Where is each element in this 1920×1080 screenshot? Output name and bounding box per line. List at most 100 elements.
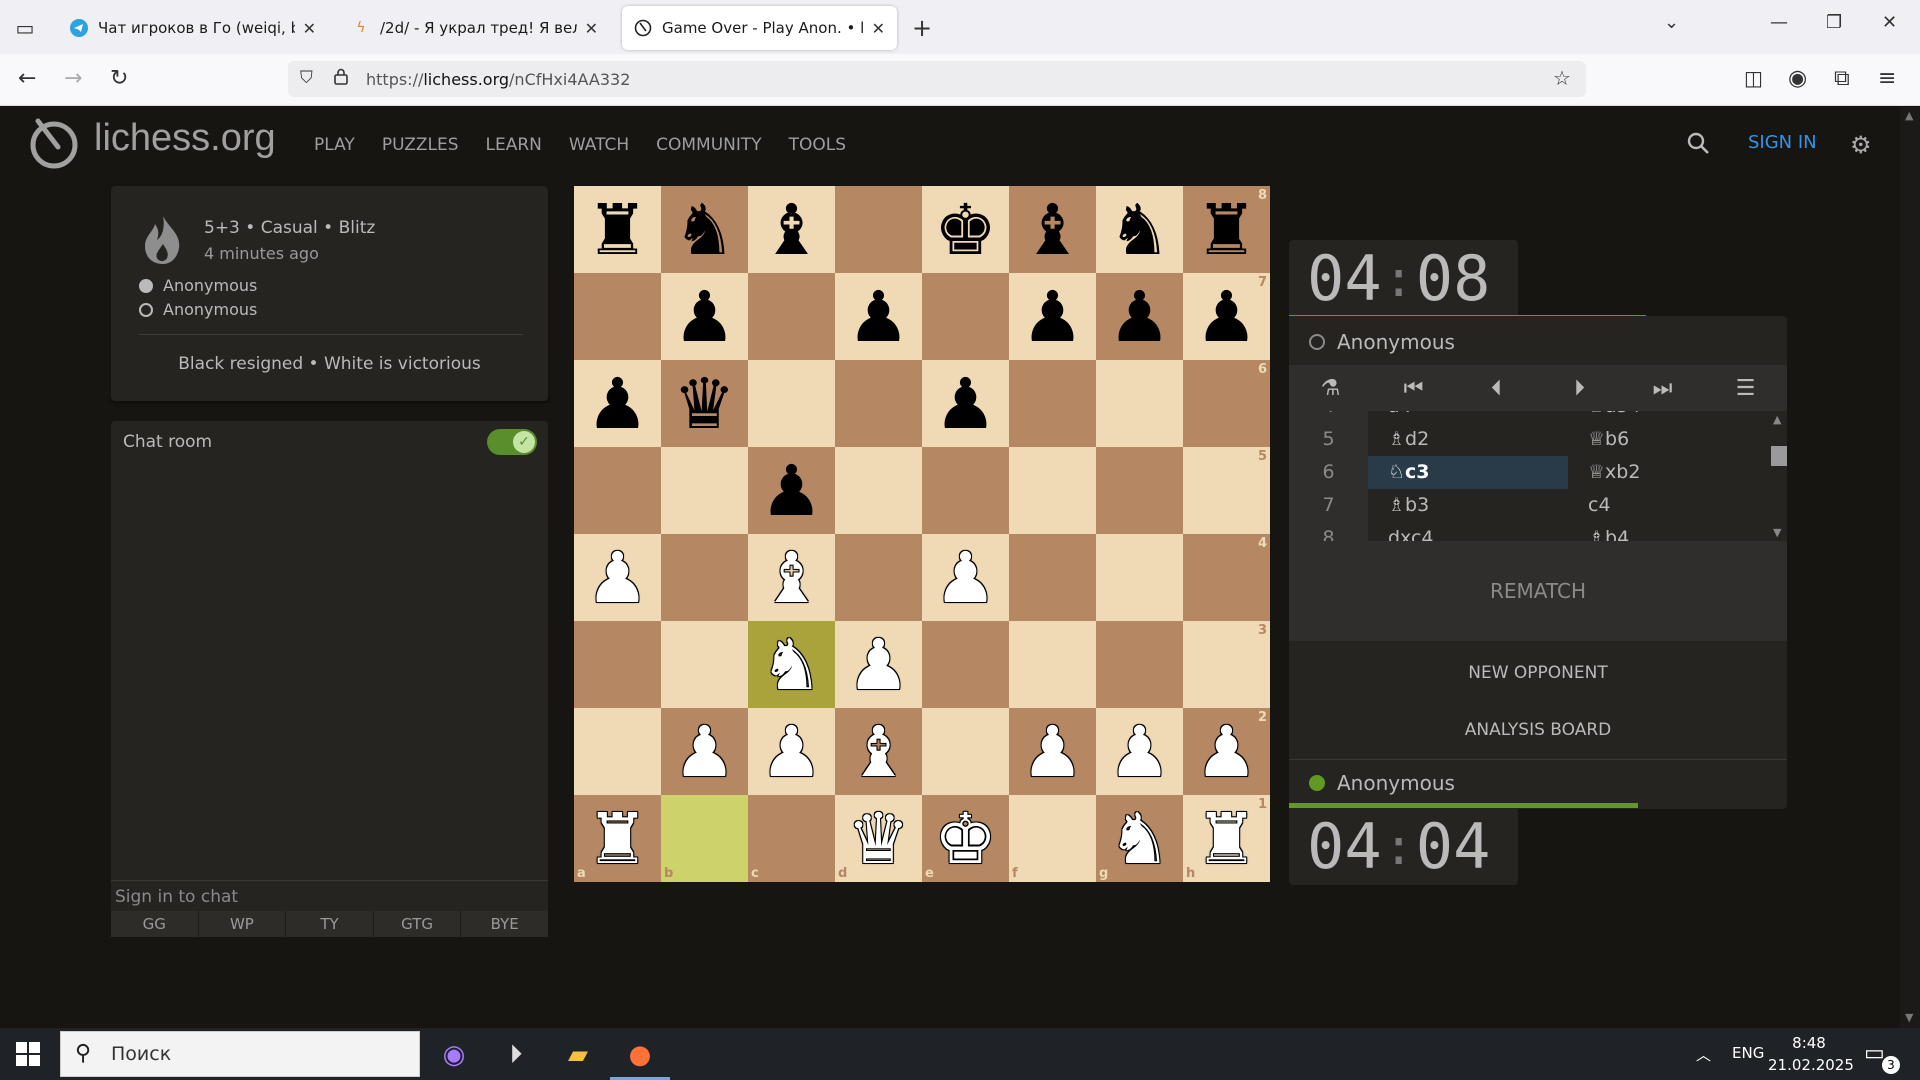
tray-time[interactable]: 8:48 xyxy=(1774,1034,1844,1052)
scroll-up-icon[interactable]: ▲ xyxy=(1773,413,1781,426)
move-white[interactable]: dxc4 xyxy=(1368,522,1568,541)
close-tab-icon[interactable]: ✕ xyxy=(872,19,885,38)
square-e4[interactable]: ♟ xyxy=(922,534,1009,621)
page-scroll-down-icon[interactable]: ▼ xyxy=(1905,1011,1913,1024)
hamburger-menu-icon[interactable]: ☰ xyxy=(1704,365,1787,411)
search-icon[interactable] xyxy=(1686,131,1710,159)
square-g8[interactable]: ♞ xyxy=(1096,186,1183,273)
square-d4[interactable] xyxy=(835,534,922,621)
white-rook-icon[interactable]: ♜ xyxy=(586,804,649,874)
black-rook-icon[interactable]: ♜ xyxy=(586,195,649,265)
nav-watch[interactable]: WATCH xyxy=(569,135,629,155)
square-c8[interactable]: ♝ xyxy=(748,186,835,273)
square-f8[interactable]: ♝ xyxy=(1009,186,1096,273)
move-white[interactable]: ♘c3 xyxy=(1368,456,1568,489)
move-list[interactable]: 4a4♕a5+5♗d2♕b66♘c3♕xb27♗b3c48dxc4♗b4 xyxy=(1289,411,1787,541)
preset-gtg[interactable]: GTG xyxy=(374,911,462,937)
square-g4[interactable] xyxy=(1096,534,1183,621)
square-f1[interactable]: f xyxy=(1009,795,1096,882)
taskbar-search[interactable]: ⚲ Поиск xyxy=(60,1031,420,1077)
square-a7[interactable] xyxy=(574,273,661,360)
square-h6[interactable]: 6 xyxy=(1183,360,1270,447)
next-move-icon[interactable]: ⏵ xyxy=(1538,365,1621,411)
black-pawn-icon[interactable]: ♟ xyxy=(673,282,736,352)
language-indicator[interactable]: ENG xyxy=(1732,1044,1764,1062)
media-player-icon[interactable]: ⏵ xyxy=(496,1035,536,1075)
square-c5[interactable]: ♟ xyxy=(748,447,835,534)
restore-icon[interactable]: ❐ xyxy=(1826,12,1842,33)
square-c3[interactable]: ♞ xyxy=(748,621,835,708)
square-a1[interactable]: ♜ a xyxy=(574,795,661,882)
square-g7[interactable]: ♟ xyxy=(1096,273,1183,360)
square-g5[interactable] xyxy=(1096,447,1183,534)
square-h7[interactable]: ♟ 7 xyxy=(1183,273,1270,360)
lock-icon[interactable] xyxy=(334,68,348,90)
square-e5[interactable] xyxy=(922,447,1009,534)
preset-ty[interactable]: TY xyxy=(286,911,374,937)
file-explorer-icon[interactable]: ▰ xyxy=(558,1035,598,1075)
move-black[interactable]: ♕b6 xyxy=(1568,423,1768,456)
black-pawn-icon[interactable]: ♟ xyxy=(760,456,823,526)
square-h1[interactable]: ♜ 1 h xyxy=(1183,795,1270,882)
minimize-icon[interactable]: — xyxy=(1770,12,1788,33)
windows-start-icon[interactable] xyxy=(16,1042,40,1070)
reload-icon[interactable]: ↻ xyxy=(110,66,128,91)
square-d5[interactable] xyxy=(835,447,922,534)
white-pawn-icon[interactable]: ♟ xyxy=(1108,717,1171,787)
tray-chevron-icon[interactable]: ︿ xyxy=(1696,1044,1711,1065)
page-scroll-up-icon[interactable]: ▲ xyxy=(1905,109,1913,122)
preset-wp[interactable]: WP xyxy=(199,911,287,937)
site-logo-text[interactable]: lichess.org xyxy=(94,117,276,160)
white-player[interactable]: Anonymous xyxy=(139,276,257,295)
black-pawn-icon[interactable]: ♟ xyxy=(1195,282,1258,352)
nav-community[interactable]: COMMUNITY xyxy=(656,135,762,155)
scroll-thumb[interactable] xyxy=(1771,446,1787,466)
white-pawn-icon[interactable]: ♟ xyxy=(1195,717,1258,787)
black-pawn-icon[interactable]: ♟ xyxy=(847,282,910,352)
browser-tab-active[interactable]: Game Over - Play Anon. • liches ✕ xyxy=(622,6,897,50)
black-pawn-icon[interactable]: ♟ xyxy=(586,369,649,439)
tray-date[interactable]: 21.02.2025 xyxy=(1768,1056,1854,1074)
black-rook-icon[interactable]: ♜ xyxy=(1195,195,1258,265)
white-pawn-icon[interactable]: ♟ xyxy=(586,543,649,613)
move-black[interactable]: ♕xb2 xyxy=(1568,456,1768,489)
square-h3[interactable]: 3 xyxy=(1183,621,1270,708)
sign-in-link[interactable]: SIGN IN xyxy=(1748,132,1817,153)
chat-toggle[interactable]: ✓ xyxy=(487,429,537,455)
white-queen-icon[interactable]: ♛ xyxy=(847,804,910,874)
square-c2[interactable]: ♟ xyxy=(748,708,835,795)
square-d3[interactable]: ♟ xyxy=(835,621,922,708)
tab-overflow-chevron-icon[interactable]: ⌄ xyxy=(1664,12,1679,33)
menu-icon[interactable]: ≡ xyxy=(1878,66,1896,91)
black-pawn-icon[interactable]: ♟ xyxy=(1108,282,1171,352)
square-h8[interactable]: ♜ 8 xyxy=(1183,186,1270,273)
move-white[interactable]: a4 xyxy=(1368,411,1568,423)
player-bottom[interactable]: Anonymous xyxy=(1289,759,1787,805)
black-queen-icon[interactable]: ♛ xyxy=(673,369,736,439)
square-f3[interactable] xyxy=(1009,621,1096,708)
square-b4[interactable] xyxy=(661,534,748,621)
browser-tab-1[interactable]: Чат игроков в Го (weiqi, baduk ✕ xyxy=(58,6,328,50)
lichess-logo-icon[interactable] xyxy=(28,117,80,173)
move-black[interactable]: c4 xyxy=(1568,489,1768,522)
white-knight-icon[interactable]: ♞ xyxy=(760,630,823,700)
tor-browser-icon[interactable]: ◉ xyxy=(434,1035,474,1075)
rematch-button[interactable]: REMATCH xyxy=(1289,541,1787,641)
move-black[interactable]: ♕a5+ xyxy=(1568,411,1768,423)
new-opponent-button[interactable]: NEW OPPONENT xyxy=(1289,663,1787,683)
square-d2[interactable]: ♝ xyxy=(835,708,922,795)
pocket-icon[interactable]: ◫ xyxy=(1744,66,1763,90)
player-top[interactable]: Anonymous xyxy=(1289,319,1787,365)
square-c7[interactable] xyxy=(748,273,835,360)
square-c4[interactable]: ♝ xyxy=(748,534,835,621)
square-b8[interactable]: ♞ xyxy=(661,186,748,273)
square-h5[interactable]: 5 xyxy=(1183,447,1270,534)
square-a5[interactable] xyxy=(574,447,661,534)
prev-move-icon[interactable]: ⏴ xyxy=(1455,365,1538,411)
white-pawn-icon[interactable]: ♟ xyxy=(760,717,823,787)
analysis-board-button[interactable]: ANALYSIS BOARD xyxy=(1289,720,1787,740)
square-d6[interactable] xyxy=(835,360,922,447)
black-bishop-icon[interactable]: ♝ xyxy=(1021,195,1084,265)
square-g2[interactable]: ♟ xyxy=(1096,708,1183,795)
account-icon[interactable]: ◉ xyxy=(1788,66,1807,91)
